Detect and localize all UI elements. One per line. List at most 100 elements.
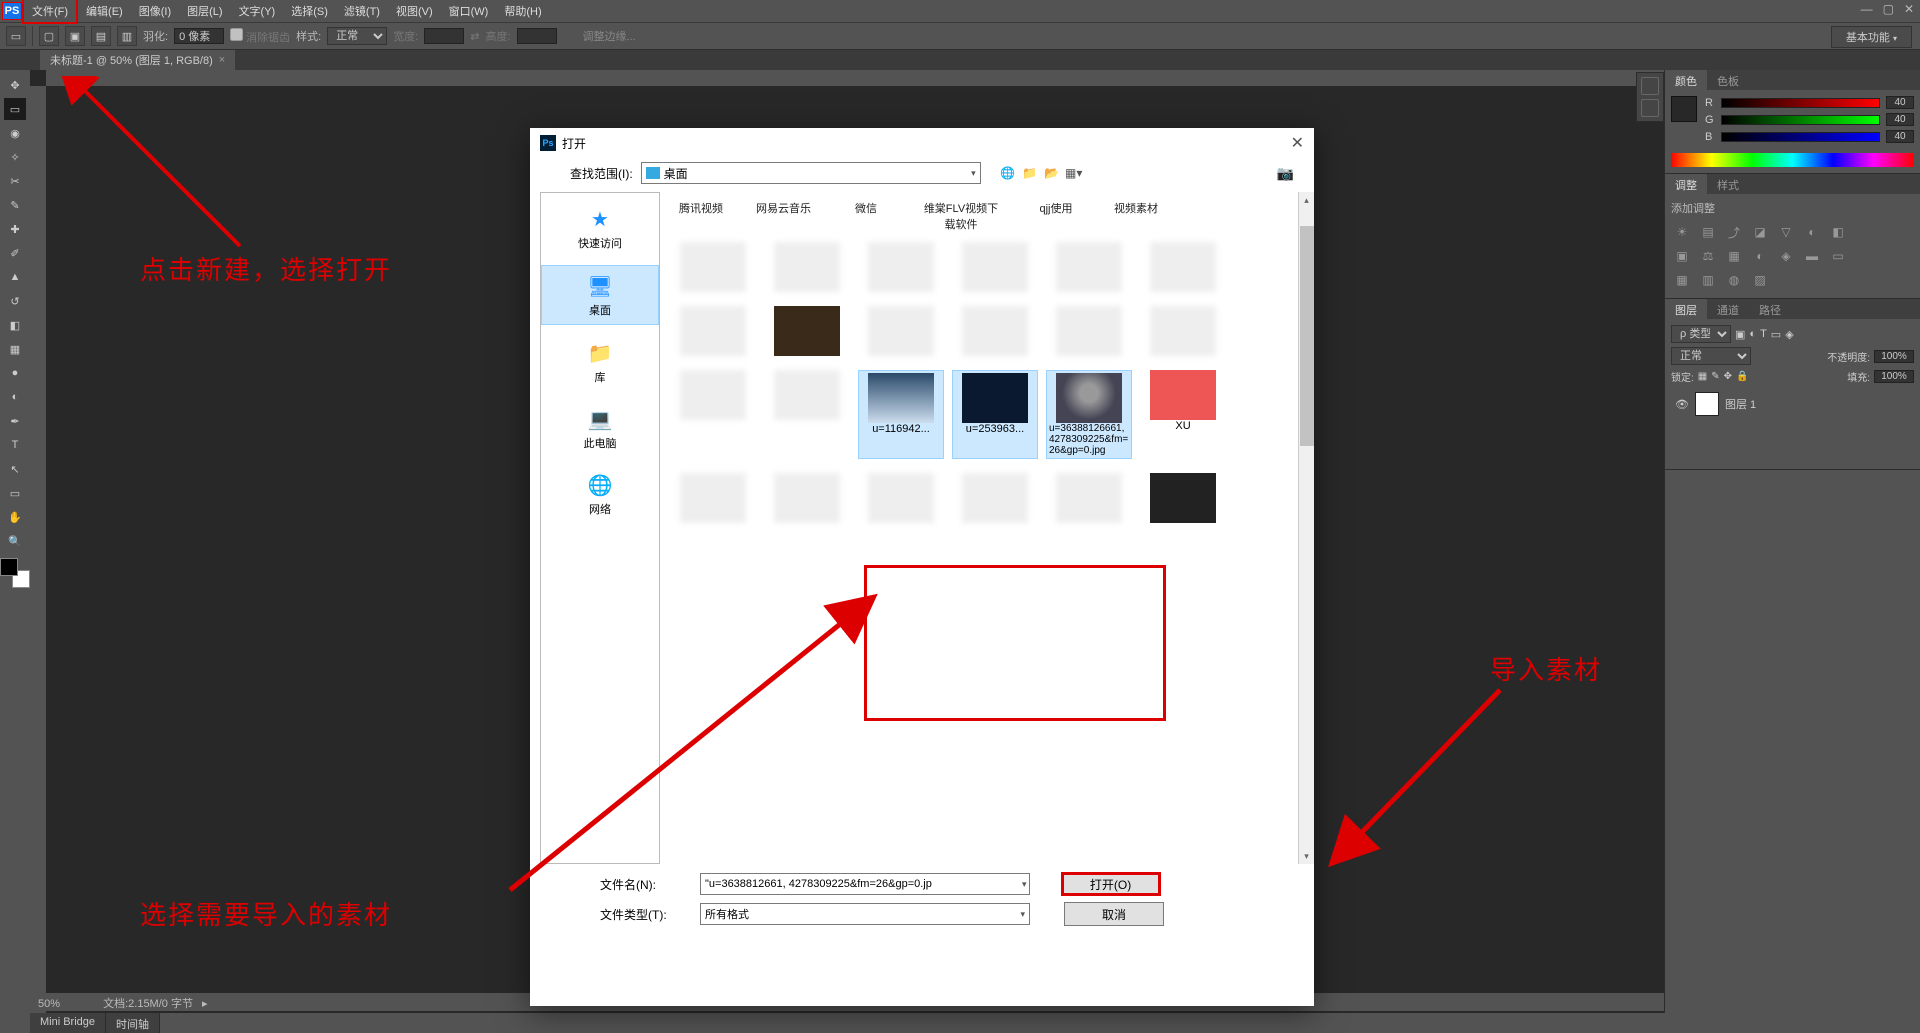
file-thumb-selected[interactable]: u=253963... bbox=[952, 370, 1038, 459]
minimize-icon[interactable]: — bbox=[1861, 2, 1873, 16]
zoom-level[interactable]: 50% bbox=[38, 998, 60, 1010]
dock-icon-2[interactable] bbox=[1641, 99, 1659, 117]
opacity-input[interactable] bbox=[1874, 350, 1914, 363]
file-thumb[interactable] bbox=[764, 242, 850, 292]
menu-layer[interactable]: 图层(L) bbox=[179, 0, 230, 22]
tab-close-icon[interactable]: × bbox=[219, 54, 225, 66]
color-preview[interactable] bbox=[1671, 96, 1697, 122]
filter-type-icon[interactable]: T bbox=[1760, 328, 1767, 340]
file-thumb[interactable] bbox=[764, 306, 850, 356]
file-thumb[interactable] bbox=[1046, 242, 1132, 292]
folder-item[interactable]: qjj使用 bbox=[1031, 200, 1081, 232]
r-slider[interactable] bbox=[1721, 98, 1880, 108]
r-value[interactable] bbox=[1886, 96, 1914, 109]
file-thumb[interactable] bbox=[952, 242, 1038, 292]
sidebar-libraries[interactable]: 📁库 bbox=[541, 333, 659, 391]
filename-input[interactable] bbox=[700, 873, 1030, 895]
layer-thumbnail[interactable] bbox=[1695, 392, 1719, 416]
blend-mode[interactable]: 正常 bbox=[1671, 347, 1751, 365]
photo-filter-icon[interactable]: ▣ bbox=[1673, 248, 1691, 264]
b-slider[interactable] bbox=[1721, 132, 1880, 142]
dock-icon-1[interactable] bbox=[1641, 77, 1659, 95]
brush-tool-icon[interactable]: ✐ bbox=[4, 242, 26, 264]
folder-item[interactable]: 视频素材 bbox=[1111, 200, 1161, 232]
feather-input[interactable] bbox=[174, 28, 224, 44]
layer-name[interactable]: 图层 1 bbox=[1725, 396, 1756, 412]
folder-item[interactable]: 网易云音乐 bbox=[756, 200, 811, 232]
zoom-tool-icon[interactable]: 🔍 bbox=[4, 530, 26, 552]
gradient-map-icon[interactable]: ▭ bbox=[1829, 248, 1847, 264]
hue-icon[interactable]: ◐ bbox=[1803, 224, 1821, 240]
channel-mixer-icon[interactable]: ⚖ bbox=[1699, 248, 1717, 264]
dialog-close-icon[interactable]: ✕ bbox=[1291, 133, 1304, 153]
curves-icon[interactable]: ⤴ bbox=[1725, 224, 1743, 240]
camera-icon[interactable]: 📷 bbox=[1277, 165, 1294, 182]
lock-pixel-icon[interactable]: ✎ bbox=[1711, 371, 1719, 382]
type-tool-icon[interactable]: T bbox=[4, 434, 26, 456]
style-select[interactable]: 正常 bbox=[327, 27, 387, 45]
exposure-icon[interactable]: ◪ bbox=[1751, 224, 1769, 240]
file-thumb-selected[interactable]: u=36388126661,4278309225&fm=26&gp=0.jpg bbox=[1046, 370, 1132, 459]
menu-image[interactable]: 图像(I) bbox=[131, 0, 179, 22]
filter-smart-icon[interactable]: ◈ bbox=[1785, 328, 1793, 341]
folder-item[interactable]: 微信 bbox=[841, 200, 891, 232]
filter-shape-icon[interactable]: ▭ bbox=[1771, 328, 1781, 341]
b-value[interactable] bbox=[1886, 130, 1914, 143]
file-thumb[interactable] bbox=[952, 306, 1038, 356]
sidebar-network[interactable]: 🌐网络 bbox=[541, 465, 659, 523]
file-thumb[interactable] bbox=[858, 473, 944, 523]
crop-tool-icon[interactable]: ✂ bbox=[4, 170, 26, 192]
adj3-icon[interactable]: ◍ bbox=[1725, 272, 1743, 288]
file-thumb[interactable] bbox=[670, 306, 756, 356]
file-list-scrollbar[interactable]: ▴ ▾ bbox=[1298, 192, 1314, 864]
invert-icon[interactable]: ◐ bbox=[1751, 248, 1769, 264]
workspace-switcher[interactable]: 基本功能 ▾ bbox=[1831, 26, 1912, 48]
tool-preset-icon[interactable]: ▭ bbox=[6, 26, 26, 46]
visibility-icon[interactable]: 👁 bbox=[1675, 398, 1689, 411]
threshold-icon[interactable]: ▬ bbox=[1803, 248, 1821, 264]
sidebar-quickaccess[interactable]: ★快速访问 bbox=[541, 199, 659, 257]
pen-tool-icon[interactable]: ✒ bbox=[4, 410, 26, 432]
history-brush-icon[interactable]: ↺ bbox=[4, 290, 26, 312]
close-icon[interactable]: ✕ bbox=[1904, 2, 1914, 16]
stamp-tool-icon[interactable]: ▲ bbox=[4, 266, 26, 288]
tab-channels[interactable]: 通道 bbox=[1707, 299, 1749, 319]
marquee-tool-icon[interactable]: ▭ bbox=[4, 98, 26, 120]
filter-pixel-icon[interactable]: ▣ bbox=[1735, 328, 1745, 341]
tab-adjustments[interactable]: 调整 bbox=[1665, 174, 1707, 194]
lock-pos-icon[interactable]: ✥ bbox=[1724, 371, 1732, 382]
file-thumb[interactable] bbox=[1140, 306, 1226, 356]
file-list[interactable]: 腾讯视频 网易云音乐 微信 维棠FLV视频下载软件 qjj使用 视频素材 bbox=[660, 192, 1314, 864]
file-thumb[interactable] bbox=[764, 473, 850, 523]
blur-tool-icon[interactable]: ● bbox=[4, 362, 26, 384]
back-icon[interactable]: 🌐 bbox=[999, 164, 1017, 182]
cancel-button[interactable]: 取消 bbox=[1064, 902, 1164, 926]
look-in-combo[interactable]: 桌面 ▾ bbox=[641, 162, 981, 184]
tab-color[interactable]: 颜色 bbox=[1665, 70, 1707, 90]
file-thumb[interactable] bbox=[1140, 242, 1226, 292]
path-tool-icon[interactable]: ↖ bbox=[4, 458, 26, 480]
tab-swatches[interactable]: 色板 bbox=[1707, 70, 1749, 90]
menu-edit[interactable]: 编辑(E) bbox=[78, 0, 131, 22]
eraser-tool-icon[interactable]: ◧ bbox=[4, 314, 26, 336]
refine-edge-button[interactable]: 调整边缘... bbox=[583, 28, 636, 44]
bw-icon[interactable]: ◧ bbox=[1829, 224, 1847, 240]
view-menu-icon[interactable]: ▦▾ bbox=[1065, 164, 1083, 182]
adj2-icon[interactable]: ▥ bbox=[1699, 272, 1717, 288]
color-swatches[interactable] bbox=[0, 558, 30, 588]
file-thumb[interactable] bbox=[952, 473, 1038, 523]
tab-minibridge[interactable]: Mini Bridge bbox=[30, 1013, 106, 1033]
shape-tool-icon[interactable]: ▭ bbox=[4, 482, 26, 504]
menu-window[interactable]: 窗口(W) bbox=[441, 0, 497, 22]
vibrance-icon[interactable]: ▽ bbox=[1777, 224, 1795, 240]
open-button[interactable]: 打开(O) bbox=[1061, 872, 1161, 896]
selection-intersect-icon[interactable]: ▥ bbox=[117, 26, 137, 46]
menu-type[interactable]: 文字(Y) bbox=[231, 0, 284, 22]
file-thumb[interactable] bbox=[764, 370, 850, 459]
gradient-tool-icon[interactable]: ▦ bbox=[4, 338, 26, 360]
lasso-tool-icon[interactable]: ◉ bbox=[4, 122, 26, 144]
file-thumb[interactable] bbox=[1140, 473, 1226, 523]
filetype-select[interactable]: 所有格式▾ bbox=[700, 903, 1030, 925]
spectrum-bar[interactable] bbox=[1671, 153, 1914, 167]
menu-filter[interactable]: 滤镜(T) bbox=[336, 0, 388, 22]
